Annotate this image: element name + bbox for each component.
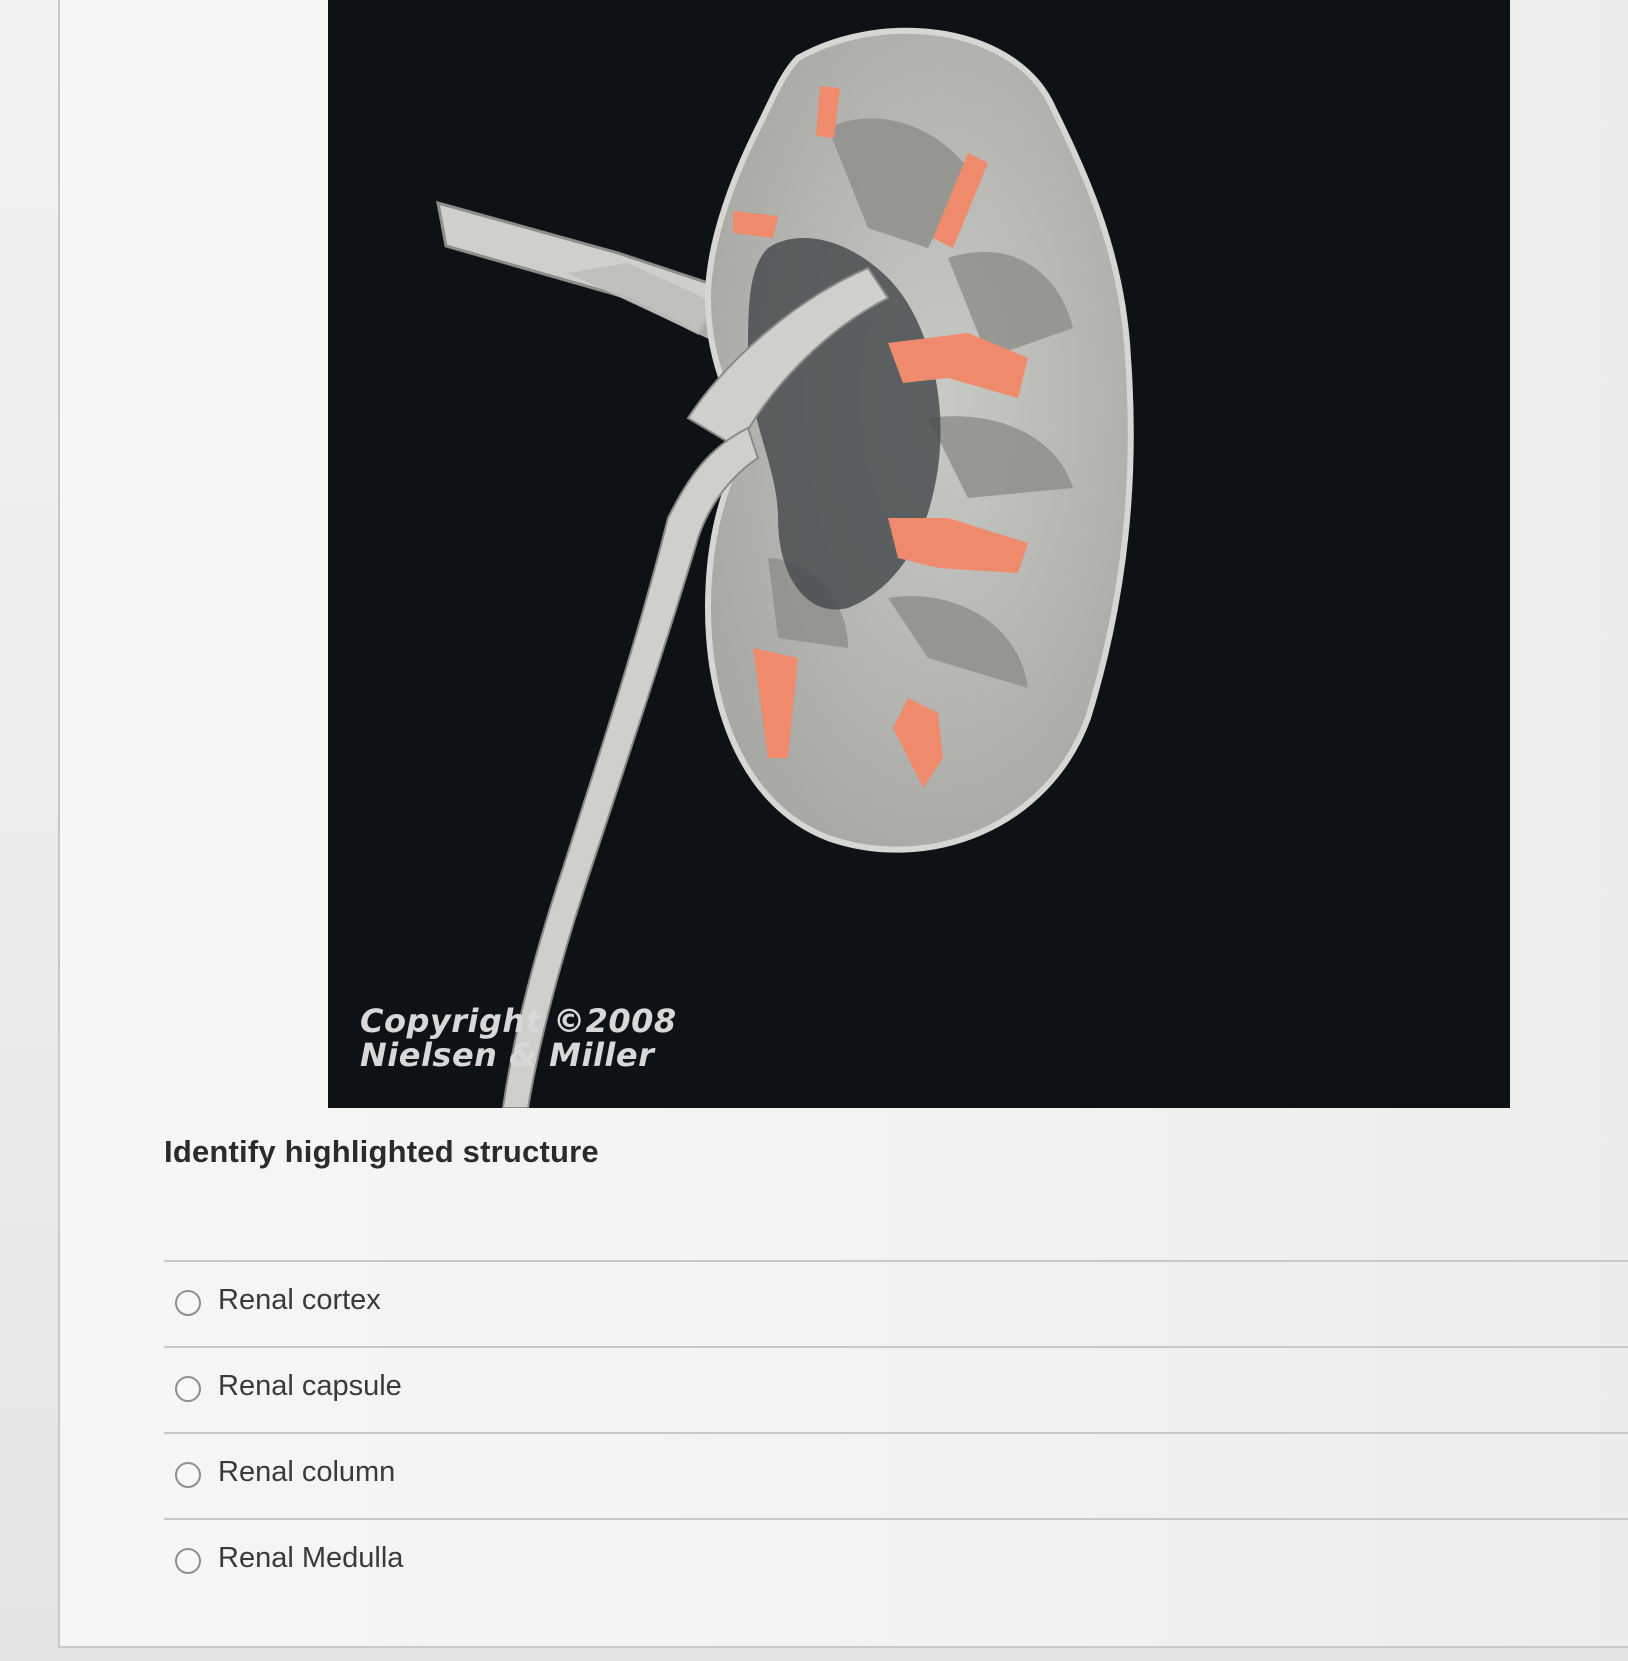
answer-option-label: Renal cortex xyxy=(218,1284,381,1316)
copyright-line-2: Nielsen & Miller xyxy=(360,1036,655,1074)
answer-option-renal-capsule[interactable]: Renal capsule xyxy=(164,1346,1628,1432)
answer-option-renal-column[interactable]: Renal column xyxy=(164,1432,1628,1518)
kidney-figure: Copyright ©2008 Nielsen & Miller xyxy=(328,0,1510,1108)
question-prompt: Identify highlighted structure xyxy=(164,1134,599,1169)
radio-button-icon[interactable] xyxy=(175,1462,201,1488)
quiz-screen: Copyright ©2008 Nielsen & Miller Identif… xyxy=(0,0,1628,1661)
radio-button-icon[interactable] xyxy=(175,1376,201,1402)
radio-button-icon[interactable] xyxy=(175,1548,201,1574)
kidney-illustration xyxy=(436,27,1134,1108)
radio-button-icon[interactable] xyxy=(175,1290,201,1316)
answer-option-renal-cortex[interactable]: Renal cortex xyxy=(164,1260,1628,1346)
copyright-watermark: Copyright ©2008 Nielsen & Miller xyxy=(360,1004,677,1072)
answer-options: Renal cortex Renal capsule Renal column … xyxy=(164,1260,1628,1604)
question-card: Copyright ©2008 Nielsen & Miller Identif… xyxy=(58,0,1628,1648)
answer-option-label: Renal column xyxy=(218,1456,396,1488)
answer-option-label: Renal Medulla xyxy=(218,1542,404,1574)
answer-option-renal-medulla[interactable]: Renal Medulla xyxy=(164,1518,1628,1604)
answer-option-label: Renal capsule xyxy=(218,1370,402,1402)
copyright-line-1: Copyright ©2008 xyxy=(360,1002,677,1040)
